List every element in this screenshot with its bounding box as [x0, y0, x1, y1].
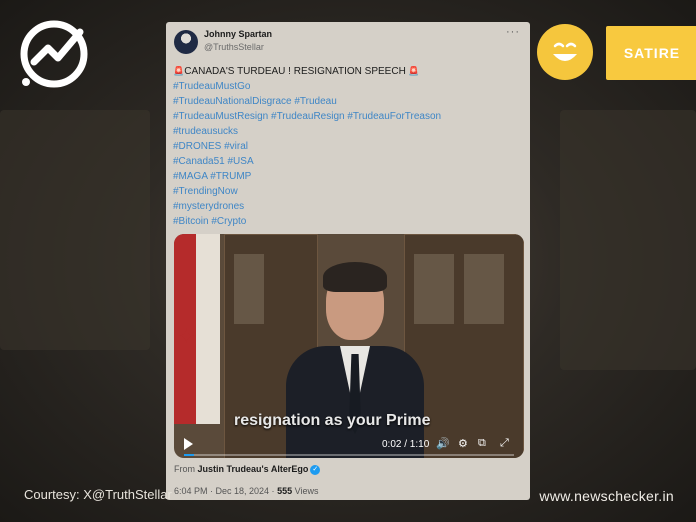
newschecker-logo-icon [18, 18, 94, 90]
courtesy-credit: Courtesy: X@TruthStellar [24, 487, 172, 502]
from-attribution: From Justin Trudeau's AlterEgo ✓ [174, 464, 321, 475]
fullscreen-icon[interactable]: ⤢ [500, 437, 509, 450]
background-shelf [0, 110, 150, 350]
settings-gear-icon[interactable]: ⚙ [458, 437, 468, 450]
views-label: Views [294, 486, 319, 496]
hashtag-line[interactable]: #TrudeauNationalDisgrace #Trudeau [173, 94, 523, 109]
video-controls: 0:02 / 1:10 🔊 ⚙ ⧉ ⤢ [174, 432, 524, 458]
video-player[interactable]: ✦ resignation as your Prime 0:02 / 1:10 … [174, 234, 524, 458]
tweet-card: Johnny Spartan @TruthsStellar ··· 🚨CANAD… [166, 22, 530, 500]
verified-badge-icon: ✓ [310, 464, 321, 475]
author-name[interactable]: Johnny Spartan [204, 29, 272, 39]
canada-flag [196, 234, 220, 424]
website-url[interactable]: www.newschecker.in [539, 488, 674, 504]
video-progress-fill [184, 454, 194, 456]
video-progress-bar[interactable] [184, 454, 514, 456]
hashtag-line[interactable]: #Canada51 #USA [173, 154, 523, 169]
hashtag-line[interactable]: #TrudeauMustGo [173, 79, 523, 94]
speaker-hair [323, 262, 387, 292]
picture-in-picture-icon[interactable]: ⧉ [478, 437, 486, 450]
views-count: 555 [277, 486, 293, 496]
tweet-headline: 🚨CANADA'S TURDEAU ! RESIGNATION SPEECH 🚨 [173, 64, 523, 79]
hashtag-line[interactable]: #DRONES #viral [173, 139, 523, 154]
tweet-text: 🚨CANADA'S TURDEAU ! RESIGNATION SPEECH 🚨… [173, 64, 523, 229]
volume-icon[interactable]: 🔊 [436, 437, 450, 450]
avatar[interactable] [174, 30, 198, 54]
from-prefix: From [174, 464, 195, 474]
cabinet-pane [414, 254, 454, 324]
cabinet-pane [464, 254, 504, 324]
maple-leaf-icon: ✦ [178, 326, 195, 348]
hashtag-line[interactable]: #MAGA #TRUMP [173, 169, 523, 184]
siren-icon: 🚨 [405, 66, 420, 76]
cabinet-pane [234, 254, 264, 324]
satire-rating-badge: SATIRE [606, 26, 696, 80]
siren-icon: 🚨 [173, 66, 185, 76]
author-handle[interactable]: @TruthsStellar [204, 42, 264, 52]
hashtag-line[interactable]: #TrendingNow [173, 184, 523, 199]
hashtag-line[interactable]: #mysterydrones [173, 199, 523, 214]
from-account-link[interactable]: Justin Trudeau's AlterEgo [198, 464, 309, 474]
hashtag-line[interactable]: #trudeausucks [173, 124, 523, 139]
smiley-face-icon [537, 24, 593, 80]
hashtag-line[interactable]: #TrudeauMustResign #TrudeauResign #Trude… [173, 109, 523, 124]
tweet-meta: 6:04 PM · Dec 18, 2024 · 555 Views [174, 486, 318, 496]
video-time: 0:02 / 1:10 [382, 439, 430, 450]
more-options-icon[interactable]: ··· [506, 26, 520, 38]
tweet-timestamp[interactable]: 6:04 PM · Dec 18, 2024 · [174, 486, 275, 496]
headline-text: CANADA'S TURDEAU ! RESIGNATION SPEECH [184, 66, 406, 77]
background-shelf [560, 110, 696, 370]
hashtag-line[interactable]: #Bitcoin #Crypto [173, 214, 523, 229]
play-icon[interactable] [184, 438, 193, 450]
video-subtitle: resignation as your Prime [234, 412, 431, 429]
